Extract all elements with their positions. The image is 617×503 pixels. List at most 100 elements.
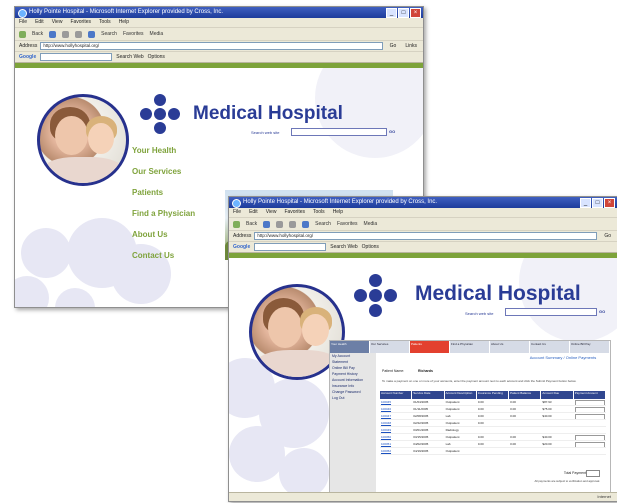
refresh-icon[interactable]: [289, 220, 297, 228]
side-log-out[interactable]: Log Out: [330, 395, 376, 401]
address-input[interactable]: http://www.hollyhospital.org/: [254, 232, 598, 240]
site-search-go-button[interactable]: GO: [599, 309, 605, 314]
account-link[interactable]: 100046: [380, 406, 412, 412]
nav-patients[interactable]: Patients: [132, 182, 195, 203]
col-service-date: Service Date: [412, 391, 445, 399]
back-button[interactable]: Back: [32, 28, 43, 40]
payment-title: Account Summary / Online Payments: [529, 355, 597, 360]
account-link[interactable]: 100049: [380, 427, 412, 433]
nav-contact-us[interactable]: Contact Us: [132, 245, 195, 266]
account-link[interactable]: 100050: [380, 434, 412, 440]
table-row: 100047 02/08/2005 Lab 0.00 0.00 $40.00: [380, 413, 606, 420]
menu-edit[interactable]: Edit: [35, 18, 44, 27]
menu-file[interactable]: File: [19, 18, 27, 27]
tab-patients[interactable]: Patients: [410, 341, 450, 353]
close-button[interactable]: ×: [604, 198, 615, 208]
maximize-button[interactable]: □: [592, 198, 603, 208]
menu-favorites[interactable]: Favorites: [284, 208, 305, 217]
payment-amount-input[interactable]: [574, 434, 605, 440]
menu-favorites[interactable]: Favorites: [70, 18, 91, 27]
nav-your-health[interactable]: Your Health: [132, 140, 195, 161]
payment-amount-input[interactable]: [574, 441, 605, 447]
tab-contact-us[interactable]: Contact Us: [530, 341, 570, 353]
site-search-input[interactable]: [291, 128, 387, 136]
window-titlebar[interactable]: Holly Pointe Hospital - Microsoft Intern…: [229, 197, 617, 208]
address-input[interactable]: http://www.hollyhospital.org/: [40, 42, 383, 50]
favorites-button[interactable]: Favorites: [123, 28, 144, 40]
menu-file[interactable]: File: [233, 208, 241, 217]
window-title: Holly Pointe Hospital - Microsoft Intern…: [29, 9, 224, 15]
forward-arrow-icon[interactable]: [263, 220, 271, 228]
minimize-button[interactable]: _: [386, 8, 397, 18]
payment-amount-input[interactable]: [574, 413, 605, 419]
account-link[interactable]: 100047: [380, 413, 412, 419]
menu-help[interactable]: Help: [119, 18, 129, 27]
favorites-button[interactable]: Favorites: [337, 218, 358, 230]
address-bar: Address http://www.hollyhospital.org/ Go: [229, 231, 617, 242]
minimize-button[interactable]: _: [580, 198, 591, 208]
media-button[interactable]: Media: [150, 28, 164, 40]
tab-about-us[interactable]: About Us: [490, 341, 530, 353]
tab-our-services[interactable]: Our Services: [370, 341, 410, 353]
nav-find-physician[interactable]: Find a Physician: [132, 203, 195, 224]
home-icon[interactable]: [302, 220, 310, 228]
site-search-go-button[interactable]: GO: [389, 129, 395, 134]
links-button[interactable]: Links: [405, 41, 423, 51]
menu-edit[interactable]: Edit: [249, 208, 258, 217]
google-search-web-button[interactable]: Search Web: [116, 52, 143, 62]
nav-about-us[interactable]: About Us: [132, 224, 195, 245]
google-logo: Google: [19, 54, 37, 60]
table-row: 100046 01/11/2005 Outpatient 0.00 0.00 $…: [380, 406, 606, 413]
back-button[interactable]: Back: [246, 218, 257, 230]
menu-tools[interactable]: Tools: [313, 208, 325, 217]
google-options-button[interactable]: Options: [148, 52, 165, 62]
go-button[interactable]: Go: [390, 41, 403, 51]
stop-icon[interactable]: [276, 220, 284, 228]
table-row: 100050 03/15/2005 Outpatient 0.00 0.00 $…: [380, 434, 606, 441]
tab-your-health[interactable]: Your Health: [330, 341, 370, 353]
menu-view[interactable]: View: [266, 208, 277, 217]
payment-sidebar: My Account Statement Online Bill Pay Pay…: [330, 353, 376, 493]
site-search-input[interactable]: [505, 308, 597, 316]
total-payment-input[interactable]: [586, 470, 600, 477]
account-link[interactable]: 100052: [380, 448, 412, 454]
back-arrow-icon[interactable]: [19, 30, 26, 38]
back-arrow-icon[interactable]: [233, 220, 240, 228]
google-options-button[interactable]: Options: [362, 242, 379, 252]
menu-view[interactable]: View: [52, 18, 63, 27]
account-link[interactable]: 100051: [380, 441, 412, 447]
cell: 0.00: [477, 442, 484, 446]
go-button[interactable]: Go: [604, 231, 617, 241]
google-search-input[interactable]: [40, 53, 113, 61]
payment-amount-input[interactable]: [574, 406, 605, 412]
nav-our-services[interactable]: Our Services: [132, 161, 195, 182]
cell: Outpatient: [445, 400, 460, 404]
account-link[interactable]: 100048: [380, 420, 412, 426]
media-button[interactable]: Media: [364, 218, 378, 230]
menu-tools[interactable]: Tools: [99, 18, 111, 27]
menu-help[interactable]: Help: [333, 208, 343, 217]
google-search-web-button[interactable]: Search Web: [330, 242, 357, 252]
cell: 0.00: [477, 435, 484, 439]
stop-icon[interactable]: [62, 30, 70, 38]
patient-photo: [37, 94, 129, 186]
cell: [477, 427, 509, 433]
search-button[interactable]: Search: [101, 28, 117, 40]
tab-find-physician[interactable]: Find a Physician: [450, 341, 490, 353]
forward-arrow-icon[interactable]: [49, 30, 57, 38]
google-search-input[interactable]: [254, 243, 327, 251]
cell: 04/02/2005: [413, 442, 429, 446]
window-titlebar[interactable]: Holly Pointe Hospital - Microsoft Intern…: [15, 7, 423, 18]
payment-amount-input[interactable]: [574, 399, 605, 405]
search-button[interactable]: Search: [315, 218, 331, 230]
cell: 0.00: [510, 442, 516, 446]
decor-circle: [55, 288, 95, 307]
maximize-button[interactable]: □: [398, 8, 409, 18]
tab-online-bill-pay[interactable]: Online Bill Pay: [570, 341, 610, 353]
account-link[interactable]: 100045: [380, 399, 412, 405]
home-icon[interactable]: [88, 30, 96, 38]
close-button[interactable]: ×: [410, 8, 421, 18]
refresh-icon[interactable]: [75, 30, 83, 38]
browser-window-payments[interactable]: Holly Pointe Hospital - Microsoft Intern…: [228, 196, 617, 502]
cell: 0.00: [477, 407, 484, 411]
